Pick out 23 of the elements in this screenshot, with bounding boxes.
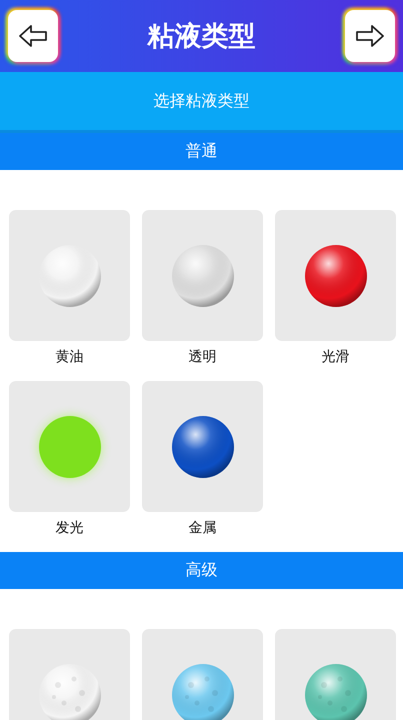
slime-label: 金属 — [188, 519, 216, 538]
slime-label: 透明 — [188, 348, 216, 367]
right-arrow-icon — [355, 24, 385, 48]
section-title: 高级 — [186, 560, 218, 581]
slime-card[interactable] — [275, 210, 396, 341]
slime-ball-icon — [38, 244, 100, 306]
forward-button[interactable] — [345, 10, 395, 62]
slime-label: 光滑 — [322, 348, 350, 367]
slime-ball-icon — [172, 416, 234, 478]
left-arrow-icon — [18, 24, 48, 48]
slime-ball-icon — [304, 244, 366, 306]
slime-label: 黄油 — [56, 348, 84, 367]
slime-ball-icon — [172, 244, 234, 306]
slime-card[interactable] — [142, 381, 263, 512]
subtitle-text: 选择粘液类型 — [154, 90, 250, 112]
slime-ball-icon — [172, 664, 234, 720]
section-title: 普通 — [186, 141, 218, 162]
back-button[interactable] — [8, 10, 58, 62]
slime-label: 发光 — [56, 519, 84, 538]
slime-ball-icon — [38, 416, 100, 478]
slime-ball-icon — [304, 664, 366, 720]
screen-title: 粘液类型 — [148, 20, 256, 54]
slime-ball-icon — [38, 664, 100, 720]
